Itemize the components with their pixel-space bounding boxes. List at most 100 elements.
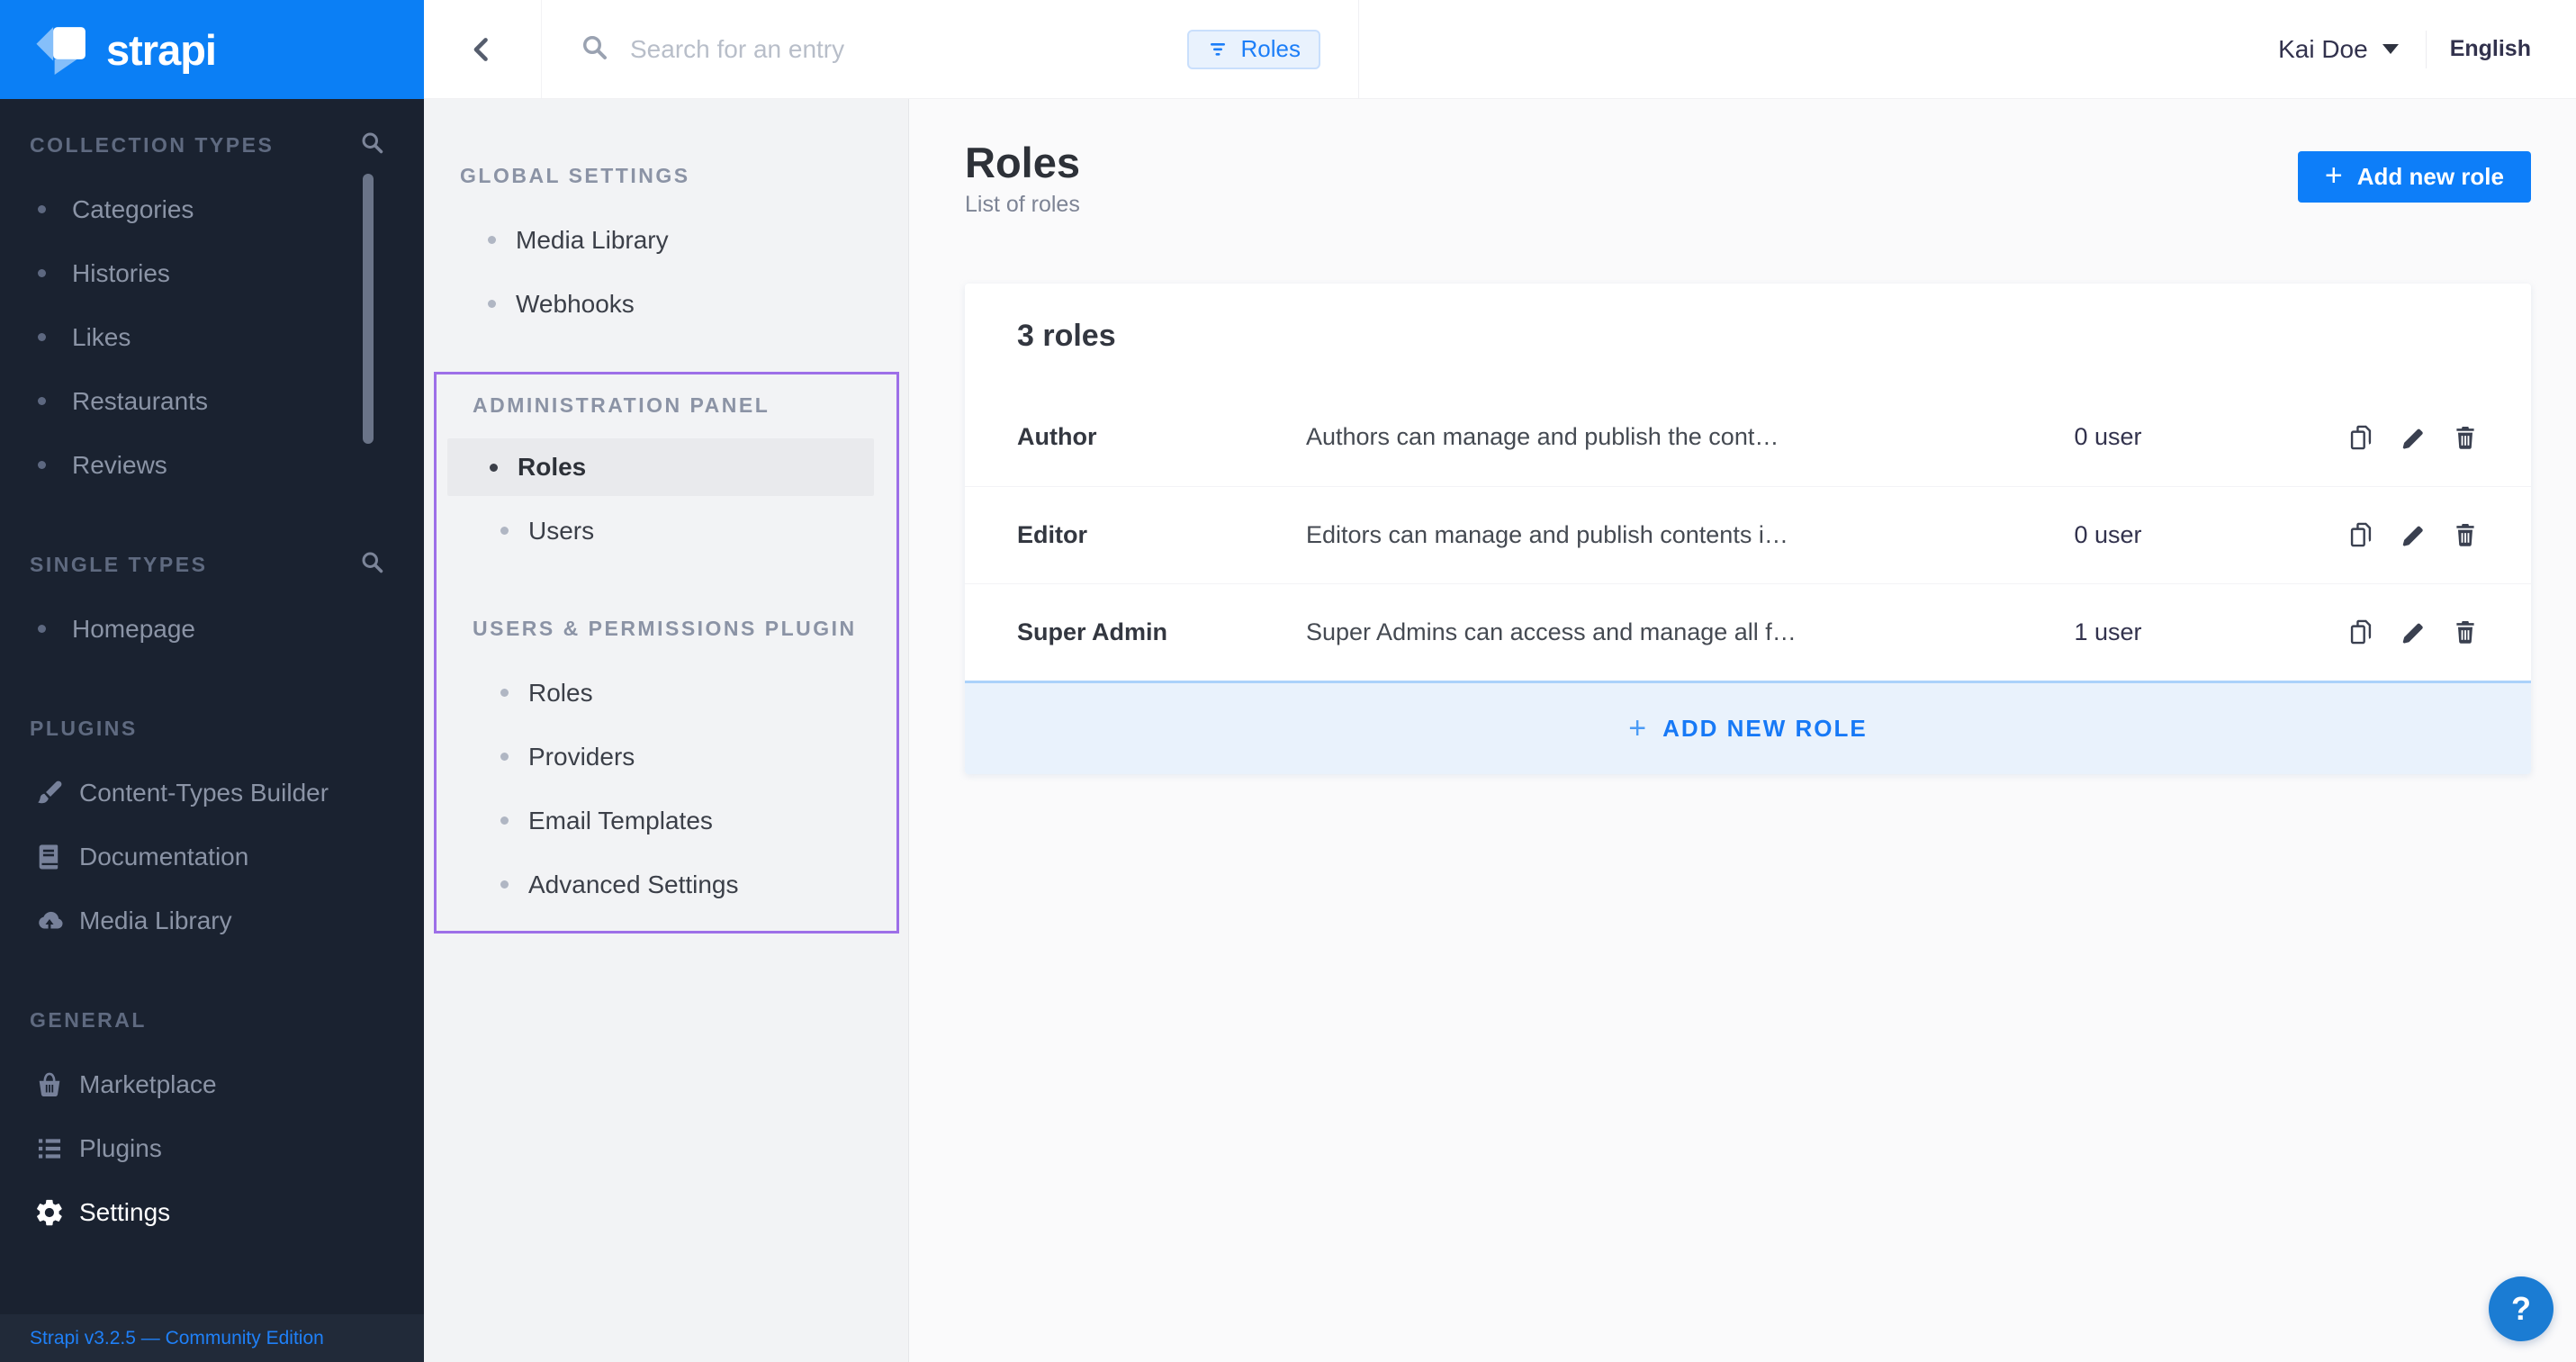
table-row-author[interactable]: Author Authors can manage and publish th… xyxy=(965,389,2531,486)
sidebar-item-homepage[interactable]: Homepage xyxy=(0,597,424,661)
search-icon[interactable] xyxy=(359,549,384,580)
edit-icon[interactable] xyxy=(2398,617,2428,647)
bullet-icon xyxy=(500,880,509,888)
bullet-icon xyxy=(38,625,46,633)
bullet-icon xyxy=(38,397,46,405)
bullet-icon xyxy=(500,816,509,825)
settings-item-webhooks[interactable]: Webhooks xyxy=(424,272,908,336)
bullet-icon xyxy=(500,527,509,535)
settings-item-media-library[interactable]: Media Library xyxy=(424,208,908,272)
table-row-super-admin[interactable]: Super Admin Super Admins can access and … xyxy=(965,583,2531,681)
role-description: Authors can manage and publish the cont… xyxy=(1306,423,2018,451)
page-title: Roles xyxy=(965,140,1080,186)
topbar-right: Kai Doe English xyxy=(1359,0,2576,98)
role-user-count: 0 user xyxy=(2018,521,2198,549)
duplicate-icon[interactable] xyxy=(2346,617,2376,647)
sidebar-item-documentation[interactable]: Documentation xyxy=(0,825,424,888)
roles-card: 3 roles Author Authors can manage and pu… xyxy=(965,284,2531,774)
list-icon xyxy=(32,1132,67,1166)
version-link[interactable]: Strapi v3.2.5 — Community Edition xyxy=(0,1314,424,1362)
help-button[interactable]: ? xyxy=(2489,1276,2553,1341)
main-sidebar: strapi COLLECTION TYPES Categories Histo… xyxy=(0,0,424,1362)
role-user-count: 1 user xyxy=(2018,618,2198,646)
sidebar-item-settings[interactable]: Settings xyxy=(0,1180,424,1244)
sidebar-scrollbar[interactable] xyxy=(363,174,374,444)
single-types-heading: SINGLE TYPES xyxy=(30,553,207,577)
settings-item-advanced-settings[interactable]: Advanced Settings xyxy=(437,852,896,916)
add-new-role-button[interactable]: + Add new role xyxy=(2298,151,2531,203)
roles-count: 3 roles xyxy=(965,284,2531,389)
settings-item-roles-plugin[interactable]: Roles xyxy=(437,661,896,725)
bullet-icon xyxy=(38,205,46,213)
edit-icon[interactable] xyxy=(2398,519,2428,550)
gear-icon xyxy=(32,1195,67,1230)
bullet-icon xyxy=(490,464,498,472)
sidebar-item-media-library[interactable]: Media Library xyxy=(0,888,424,952)
sidebar-item-content-types-builder[interactable]: Content-Types Builder xyxy=(0,761,424,825)
bullet-icon xyxy=(488,236,496,244)
sidebar-nav: COLLECTION TYPES Categories Histories Li… xyxy=(0,99,424,1244)
bullet-icon xyxy=(488,300,496,308)
edit-icon[interactable] xyxy=(2398,422,2428,453)
strapi-logo[interactable]: strapi xyxy=(0,0,424,99)
sidebar-item-likes[interactable]: Likes xyxy=(0,305,424,369)
search-icon xyxy=(580,32,608,66)
role-name: Editor xyxy=(1017,521,1306,549)
role-user-count: 0 user xyxy=(2018,423,2198,451)
bullet-icon xyxy=(500,689,509,697)
sidebar-item-marketplace[interactable]: Marketplace xyxy=(0,1052,424,1116)
sidebar-item-plugins[interactable]: Plugins xyxy=(0,1116,424,1180)
settings-item-providers[interactable]: Providers xyxy=(437,725,896,789)
main-content: Roles List of roles + Add new role 3 rol… xyxy=(909,99,2576,1362)
duplicate-icon[interactable] xyxy=(2346,422,2376,453)
collection-types-heading: COLLECTION TYPES xyxy=(30,133,274,158)
settings-item-email-templates[interactable]: Email Templates xyxy=(437,789,896,852)
topbar: Roles Kai Doe English xyxy=(424,0,2576,99)
chevron-left-icon xyxy=(467,34,498,65)
settings-sub-nav: GLOBAL SETTINGS Media Library Webhooks A… xyxy=(424,99,909,1362)
section-collection-types: COLLECTION TYPES Categories Histories Li… xyxy=(0,124,424,497)
global-settings-heading: GLOBAL SETTINGS xyxy=(424,155,908,196)
sidebar-item-restaurants[interactable]: Restaurants xyxy=(0,369,424,433)
bullet-icon xyxy=(500,753,509,761)
users-permissions-plugin-heading: USERS & PERMISSIONS PLUGIN xyxy=(437,608,896,649)
caret-down-icon xyxy=(2382,44,2399,54)
administration-panel-heading: ADMINISTRATION PANEL xyxy=(437,384,896,426)
plus-icon: + xyxy=(2325,160,2343,191)
delete-icon[interactable] xyxy=(2450,422,2481,453)
settings-item-roles-admin[interactable]: Roles xyxy=(447,438,874,496)
cloud-upload-icon xyxy=(32,904,67,938)
role-description: Editors can manage and publish contents … xyxy=(1306,521,2018,549)
section-general: GENERAL Marketplace Plugins Settings xyxy=(0,999,424,1244)
back-button[interactable] xyxy=(424,0,542,98)
bullet-icon xyxy=(38,333,46,341)
plus-icon: + xyxy=(1628,711,1646,746)
general-heading: GENERAL xyxy=(30,1008,147,1033)
section-plugins: PLUGINS Content-Types Builder Documentat… xyxy=(0,708,424,952)
role-description: Super Admins can access and manage all f… xyxy=(1306,618,2018,646)
strapi-logo-text: strapi xyxy=(106,25,216,75)
table-row-editor[interactable]: Editor Editors can manage and publish co… xyxy=(965,486,2531,583)
bullet-icon xyxy=(38,269,46,277)
sidebar-item-histories[interactable]: Histories xyxy=(0,241,424,305)
duplicate-icon[interactable] xyxy=(2346,519,2376,550)
search-bar: Roles xyxy=(542,0,1359,98)
delete-icon[interactable] xyxy=(2450,519,2481,550)
search-icon[interactable] xyxy=(359,130,384,160)
sidebar-item-reviews[interactable]: Reviews xyxy=(0,433,424,497)
brush-icon xyxy=(32,776,67,810)
filter-chip-roles[interactable]: Roles xyxy=(1187,30,1320,69)
divider xyxy=(2426,31,2427,68)
plugins-heading: PLUGINS xyxy=(30,717,138,741)
add-new-role-footer-button[interactable]: + ADD NEW ROLE xyxy=(965,681,2531,774)
user-menu[interactable]: Kai Doe xyxy=(2278,35,2399,64)
basket-icon xyxy=(32,1068,67,1102)
language-selector[interactable]: English xyxy=(2450,36,2531,62)
section-single-types: SINGLE TYPES Homepage xyxy=(0,544,424,661)
filter-icon xyxy=(1207,39,1229,60)
search-input[interactable] xyxy=(630,35,1187,64)
settings-item-users[interactable]: Users xyxy=(437,499,896,563)
sidebar-item-categories[interactable]: Categories xyxy=(0,177,424,241)
delete-icon[interactable] xyxy=(2450,617,2481,647)
strapi-admin-app: strapi COLLECTION TYPES Categories Histo… xyxy=(0,0,2576,1362)
